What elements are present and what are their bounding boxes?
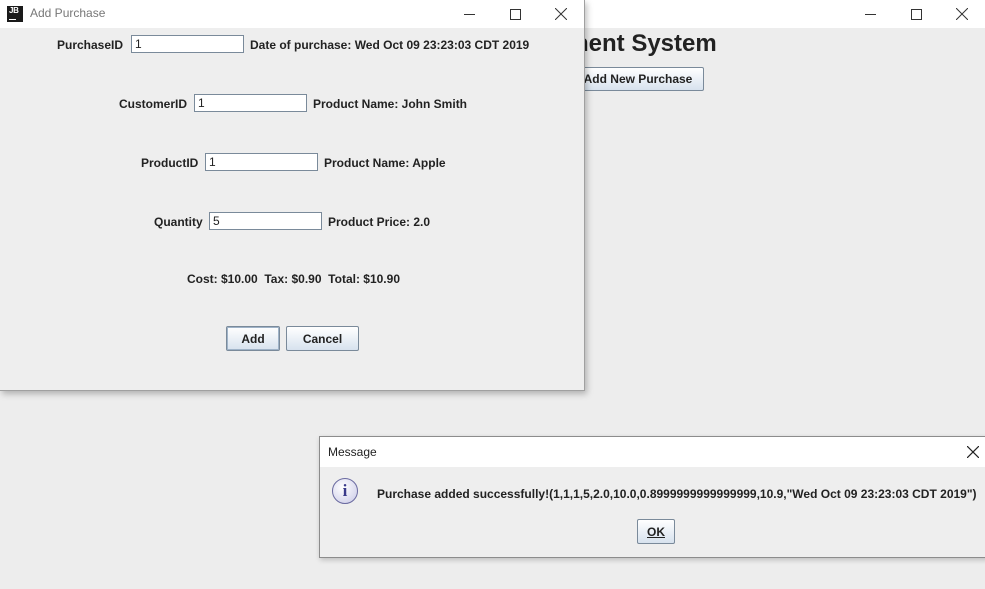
add-purchase-dialog: JB Add Purchase PurchaseID Date of purch… [0, 0, 585, 391]
totals-label: Cost: $10.00 Tax: $0.90 Total: $10.90 [187, 272, 400, 286]
cancel-button[interactable]: Cancel [286, 326, 359, 351]
minimize-icon[interactable] [847, 0, 893, 28]
product-name-label: Product Name: Apple [324, 156, 446, 170]
purchase-id-field[interactable] [131, 35, 244, 53]
info-icon: i [332, 478, 358, 504]
customer-id-label: CustomerID [119, 97, 188, 111]
purchase-id-label: PurchaseID [57, 38, 124, 52]
customer-id-field[interactable] [194, 94, 307, 112]
app-icon: JB [7, 6, 23, 22]
close-icon[interactable] [964, 443, 982, 461]
dialog-title: Add Purchase [30, 6, 106, 20]
message-titlebar: Message [320, 437, 985, 467]
ok-button[interactable]: OK [637, 519, 675, 544]
maximize-icon[interactable] [893, 0, 939, 28]
close-icon[interactable] [939, 0, 985, 28]
message-title: Message [328, 445, 377, 459]
app-icon-text: JB [9, 6, 19, 15]
product-id-label: ProductID [141, 156, 199, 170]
main-window-controls [847, 0, 985, 28]
maximize-icon[interactable] [492, 0, 538, 28]
quantity-field[interactable] [209, 212, 322, 230]
message-dialog: Message i Purchase added successfully!(1… [319, 436, 985, 558]
dialog-window-controls [446, 0, 584, 28]
customer-name-label: Product Name: John Smith [313, 97, 468, 111]
close-icon[interactable] [538, 0, 584, 28]
ok-button-label: OK [647, 524, 665, 539]
add-new-purchase-button[interactable]: Add New Purchase [572, 67, 704, 91]
page-title: nent System [574, 30, 717, 57]
message-text: Purchase added successfully!(1,1,1,5,2.0… [377, 487, 977, 501]
quantity-label: Quantity [154, 215, 203, 229]
add-button[interactable]: Add [226, 326, 280, 351]
date-of-purchase-label: Date of purchase: Wed Oct 09 23:23:03 CD… [250, 38, 530, 52]
product-price-label: Product Price: 2.0 [328, 215, 431, 229]
product-id-field[interactable] [205, 153, 318, 171]
dialog-titlebar: JB Add Purchase [0, 0, 584, 28]
minimize-icon[interactable] [446, 0, 492, 28]
